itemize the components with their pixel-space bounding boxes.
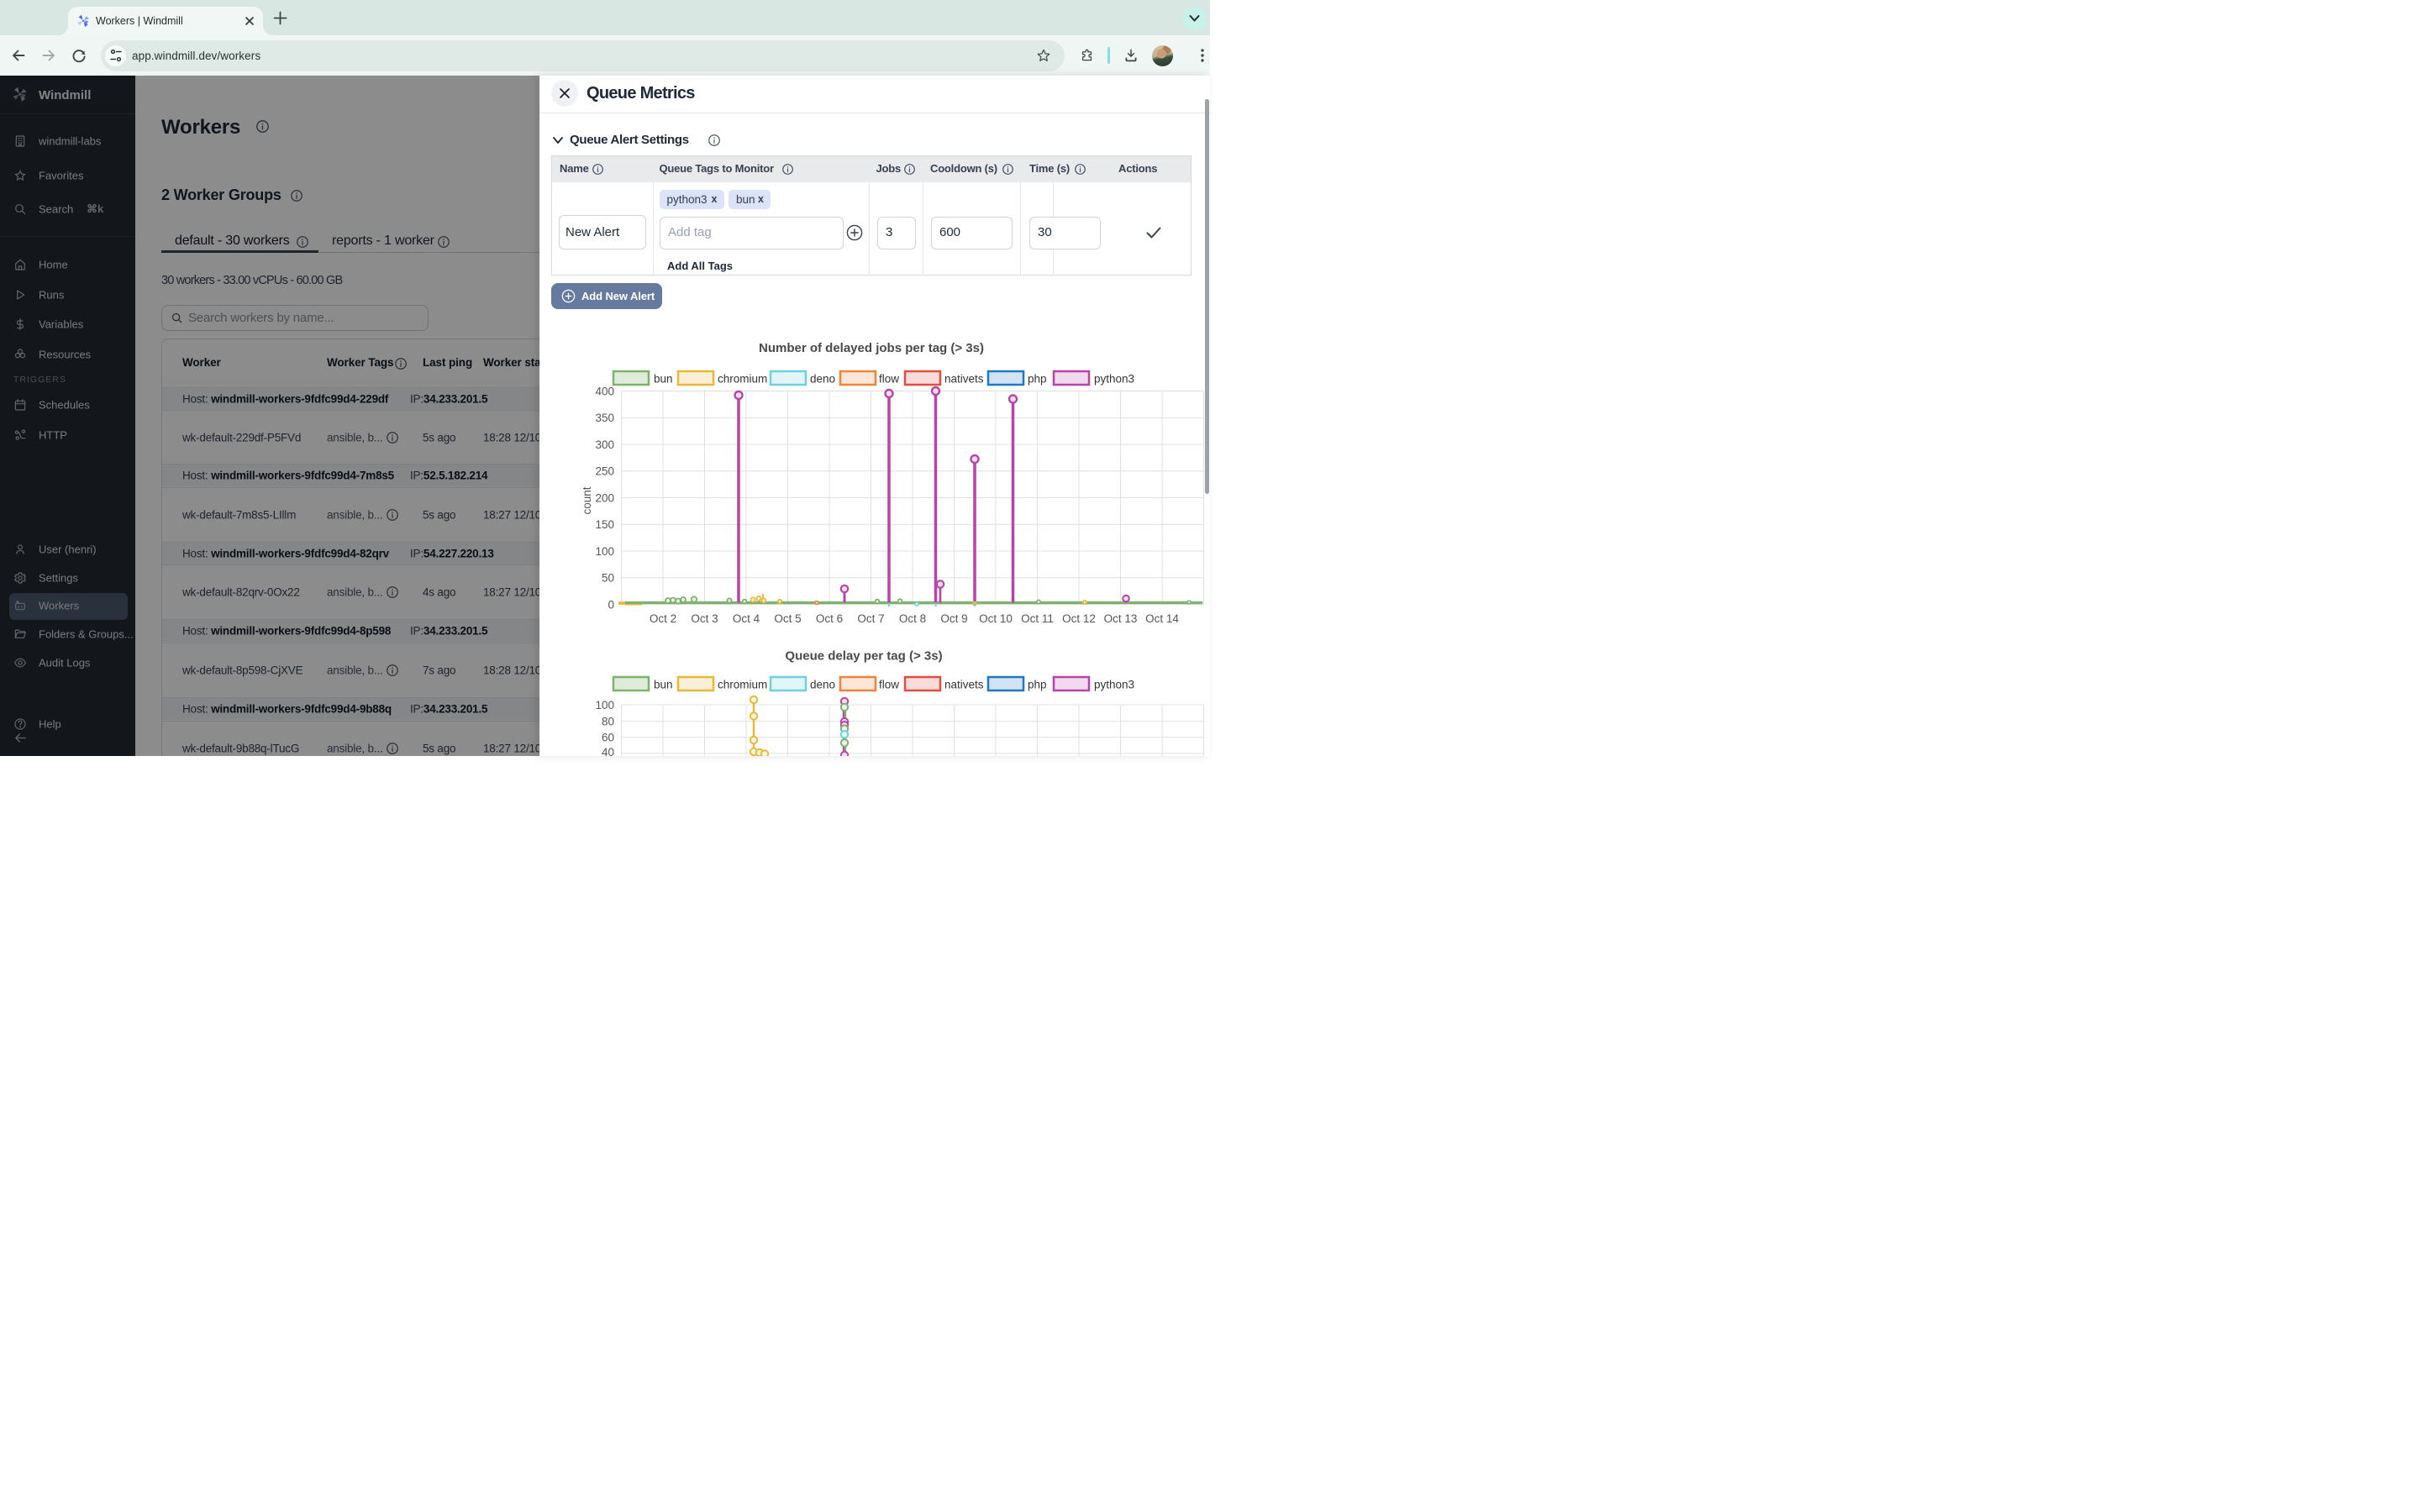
svg-text:200: 200 bbox=[595, 491, 614, 504]
svg-text:Oct 5: Oct 5 bbox=[774, 612, 801, 625]
svg-text:250: 250 bbox=[595, 465, 614, 478]
svg-text:Oct 7: Oct 7 bbox=[857, 612, 884, 625]
svg-text:count: count bbox=[581, 486, 593, 514]
svg-text:Oct 4: Oct 4 bbox=[733, 612, 760, 625]
svg-text:60: 60 bbox=[602, 731, 614, 743]
svg-text:Oct 12: Oct 12 bbox=[1062, 612, 1096, 625]
svg-text:0: 0 bbox=[608, 598, 614, 611]
svg-text:Oct 13: Oct 13 bbox=[1104, 612, 1138, 625]
svg-text:deno: deno bbox=[810, 679, 835, 691]
svg-text:Number of delayed jobs per tag: Number of delayed jobs per tag (> 3s) bbox=[759, 341, 984, 355]
svg-text:php: php bbox=[1028, 679, 1047, 691]
svg-text:80: 80 bbox=[602, 715, 614, 727]
svg-text:chromium: chromium bbox=[718, 679, 767, 691]
svg-text:nativets: nativets bbox=[944, 679, 984, 691]
svg-text:nativets: nativets bbox=[944, 373, 984, 386]
svg-text:100: 100 bbox=[595, 699, 614, 711]
svg-text:python3: python3 bbox=[1094, 373, 1134, 386]
svg-text:350: 350 bbox=[595, 412, 614, 424]
svg-text:40: 40 bbox=[602, 746, 614, 756]
svg-text:50: 50 bbox=[602, 572, 614, 585]
svg-text:python3: python3 bbox=[1094, 679, 1134, 691]
svg-text:Oct 14: Oct 14 bbox=[1145, 612, 1179, 625]
svg-text:150: 150 bbox=[595, 518, 614, 531]
svg-text:Oct 2: Oct 2 bbox=[650, 612, 676, 625]
svg-text:flow: flow bbox=[879, 373, 899, 386]
svg-text:100: 100 bbox=[595, 545, 614, 558]
svg-text:400: 400 bbox=[595, 385, 614, 397]
svg-text:Queue delay per tag (> 3s): Queue delay per tag (> 3s) bbox=[785, 649, 942, 664]
svg-text:bun: bun bbox=[654, 679, 673, 691]
svg-text:Oct 6: Oct 6 bbox=[816, 612, 843, 625]
svg-text:flow: flow bbox=[879, 679, 899, 691]
svg-text:Oct 11: Oct 11 bbox=[1021, 612, 1054, 625]
svg-text:deno: deno bbox=[810, 373, 835, 386]
svg-text:Oct 8: Oct 8 bbox=[899, 612, 926, 625]
svg-text:300: 300 bbox=[595, 438, 614, 451]
svg-text:Oct 3: Oct 3 bbox=[691, 612, 718, 625]
svg-text:Oct 10: Oct 10 bbox=[979, 612, 1013, 625]
svg-text:php: php bbox=[1028, 373, 1047, 386]
svg-text:bun: bun bbox=[654, 373, 673, 386]
svg-text:chromium: chromium bbox=[718, 373, 767, 386]
svg-text:Oct 9: Oct 9 bbox=[940, 612, 967, 625]
